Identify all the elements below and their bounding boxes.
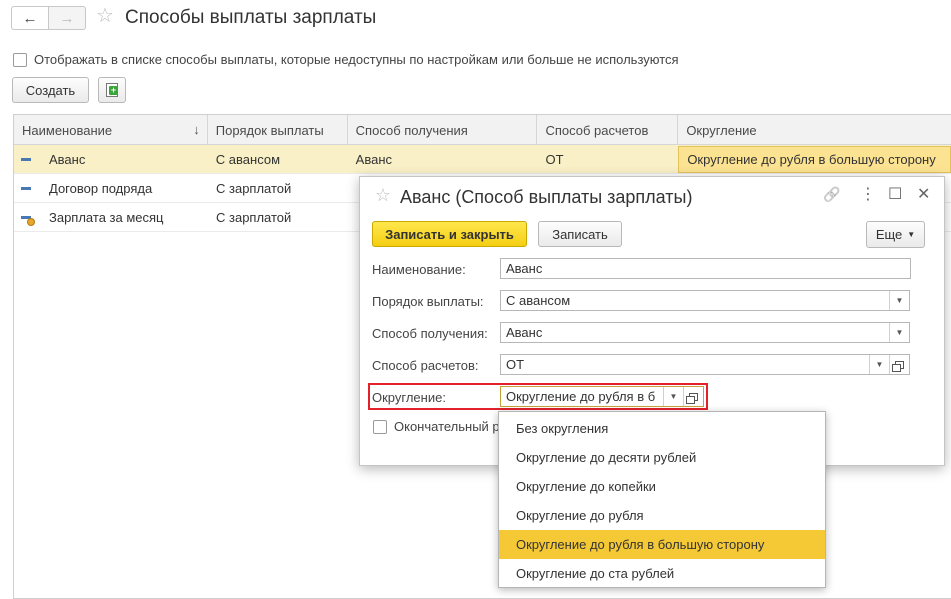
- dialog-favorite-star-icon[interactable]: ☆: [372, 186, 394, 204]
- order-field[interactable]: С авансом ▼: [500, 290, 910, 311]
- name-field[interactable]: Аванс: [500, 258, 911, 279]
- final-calc-option[interactable]: Окончательный р: [373, 419, 500, 434]
- save-button[interactable]: Записать: [538, 221, 622, 247]
- calc-dropdown-icon[interactable]: ▼: [869, 355, 889, 374]
- name-label: Наименование:: [372, 262, 466, 277]
- receipt-dropdown-icon[interactable]: ▼: [889, 323, 909, 342]
- show-unavailable-label: Отображать в списке способы выплаты, кот…: [34, 52, 679, 67]
- row-rounding[interactable]: Округление до рубля в большую сторону: [678, 146, 951, 173]
- catalog-item-icon: [21, 158, 31, 161]
- final-calc-checkbox[interactable]: [373, 419, 387, 434]
- receipt-field[interactable]: Аванс ▼: [500, 322, 910, 343]
- rounding-dropdown-list: Без округления Округление до десяти рубл…: [498, 411, 826, 588]
- copy-button[interactable]: [98, 77, 126, 103]
- favorite-star-icon[interactable]: ☆: [96, 6, 114, 26]
- show-unavailable-option[interactable]: Отображать в списке способы выплаты, кот…: [13, 52, 679, 67]
- row-order: С зарплатой: [216, 210, 292, 225]
- forward-arrow-icon[interactable]: →: [49, 7, 85, 29]
- back-arrow-icon[interactable]: ←: [12, 7, 49, 29]
- table-row[interactable]: Аванс С авансом Аванс ОТ Округление до р…: [14, 145, 951, 174]
- row-name: Договор подряда: [49, 181, 153, 196]
- row-calc: ОТ: [545, 152, 564, 167]
- dropdown-option[interactable]: Округление до рубля: [499, 501, 825, 530]
- receipt-label: Способ получения:: [372, 326, 488, 341]
- create-button[interactable]: Создать: [12, 77, 89, 103]
- column-header-rounding[interactable]: Округление: [678, 115, 951, 145]
- rounding-label: Округление:: [372, 390, 446, 405]
- maximize-icon[interactable]: ☐: [888, 187, 902, 203]
- column-header-receipt[interactable]: Способ получения: [348, 115, 538, 145]
- save-and-close-button[interactable]: Записать и закрыть: [372, 221, 527, 247]
- catalog-item-marked-icon: [21, 216, 35, 226]
- row-order: С зарплатой: [216, 181, 292, 196]
- close-icon[interactable]: ✕: [917, 187, 930, 203]
- dropdown-option[interactable]: Без округления: [499, 414, 825, 443]
- more-button[interactable]: Еще ▼: [866, 221, 925, 248]
- dropdown-option-selected[interactable]: Округление до рубля в большую сторону: [499, 530, 825, 559]
- calc-open-icon[interactable]: [889, 355, 909, 374]
- order-dropdown-icon[interactable]: ▼: [889, 291, 909, 310]
- link-icon[interactable]: 🔗: [823, 187, 840, 201]
- row-name: Аванс: [49, 152, 86, 167]
- calc-label: Способ расчетов:: [372, 358, 479, 373]
- table-header: Наименование ↓ Порядок выплаты Способ по…: [14, 115, 951, 145]
- rounding-dropdown-icon[interactable]: ▼: [663, 387, 683, 406]
- history-nav: ← →: [11, 6, 86, 30]
- copy-document-icon: [106, 83, 118, 97]
- dropdown-option[interactable]: Округление до копейки: [499, 472, 825, 501]
- order-label: Порядок выплаты:: [372, 294, 484, 309]
- calc-field[interactable]: ОТ ▼: [500, 354, 910, 375]
- catalog-item-icon: [21, 187, 31, 190]
- chevron-down-icon: ▼: [907, 230, 916, 239]
- column-header-calc[interactable]: Способ расчетов: [537, 115, 679, 145]
- dropdown-option[interactable]: Округление до десяти рублей: [499, 443, 825, 472]
- more-actions-icon[interactable]: ⋮: [860, 187, 876, 203]
- column-header-order[interactable]: Порядок выплаты: [208, 115, 348, 145]
- row-order: С авансом: [215, 152, 281, 167]
- rounding-open-icon[interactable]: [683, 387, 703, 406]
- row-receipt: Аванс: [355, 152, 392, 167]
- show-unavailable-checkbox[interactable]: [13, 52, 27, 67]
- rounding-field[interactable]: Округление до рубля в б ▼: [500, 386, 704, 407]
- sort-desc-icon: ↓: [193, 122, 200, 137]
- page-title: Способы выплаты зарплаты: [125, 7, 377, 28]
- dropdown-option[interactable]: Округление до ста рублей: [499, 559, 825, 588]
- final-calc-label: Окончательный р: [394, 419, 500, 434]
- dialog-title: Аванс (Способ выплаты зарплаты): [400, 187, 693, 207]
- row-name: Зарплата за месяц: [49, 210, 164, 225]
- column-header-name[interactable]: Наименование ↓: [14, 115, 208, 145]
